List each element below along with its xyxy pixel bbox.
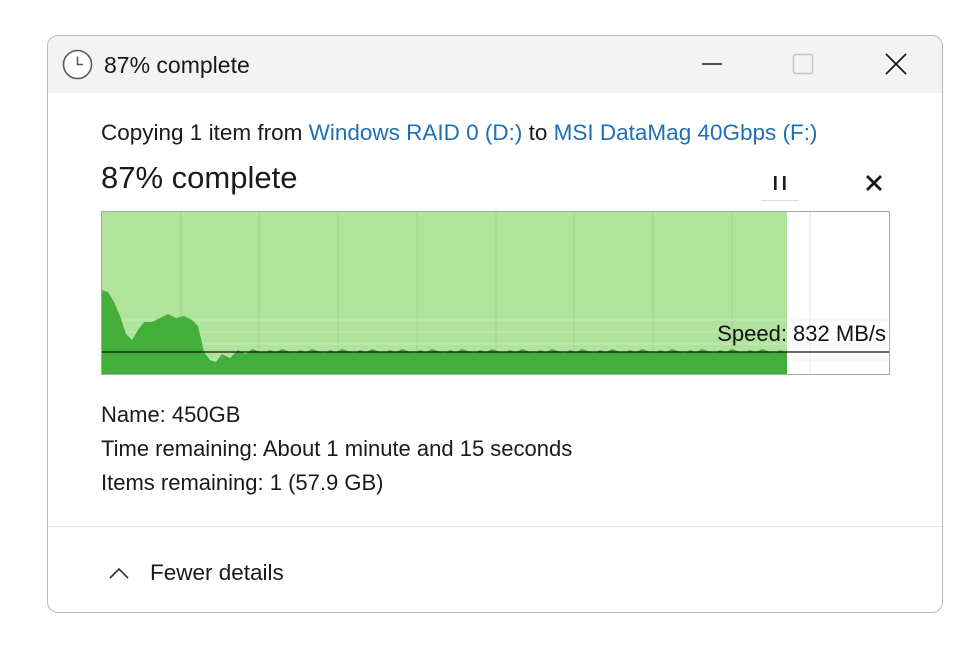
cancel-icon (866, 175, 882, 191)
minimize-button[interactable] (690, 44, 734, 84)
time-remaining-label: Time remaining: (101, 436, 258, 461)
speed-graph-canvas (102, 212, 889, 374)
close-icon (885, 53, 907, 75)
window-title: 87% complete (104, 52, 250, 78)
clock-icon (62, 49, 93, 80)
cancel-button[interactable] (856, 166, 892, 200)
time-remaining-value: About 1 minute and 15 seconds (262, 436, 573, 461)
name-value: 450GB (171, 402, 241, 427)
pause-icon (774, 176, 786, 190)
name-row: Name: 450GB (101, 402, 240, 428)
speed-label: Speed: 832 MB/s (717, 321, 886, 346)
progress-fill (102, 212, 787, 374)
title-bar[interactable]: 87% complete (48, 36, 942, 93)
copy-summary: Copying 1 item from Windows RAID 0 (D:) … (101, 120, 818, 146)
chevron-up-icon (109, 567, 129, 579)
destination-link[interactable]: MSI DataMag 40Gbps (F:) (554, 120, 818, 145)
close-button[interactable] (874, 44, 918, 84)
footer-divider (48, 526, 942, 527)
speed-graph: Speed: 832 MB/s (101, 211, 890, 375)
items-remaining-value: 1 (57.9 GB) (269, 470, 384, 495)
maximize-icon (792, 53, 814, 75)
copy-progress-dialog: 87% complete Copying 1 item from Windows… (47, 35, 943, 613)
fewer-details-label: Fewer details (150, 560, 284, 585)
progress-heading: 87% complete (101, 160, 298, 195)
time-remaining-row: Time remaining: About 1 minute and 15 se… (101, 436, 572, 462)
maximize-button[interactable] (781, 44, 825, 84)
pause-button[interactable] (761, 166, 799, 201)
minimize-icon (702, 63, 722, 65)
copy-prefix: Copying 1 item from (101, 120, 309, 145)
name-label: Name: (101, 402, 166, 427)
items-remaining-label: Items remaining: (101, 470, 264, 495)
source-link[interactable]: Windows RAID 0 (D:) (309, 120, 523, 145)
copy-middle: to (522, 120, 554, 145)
fewer-details-toggle[interactable]: Fewer details (108, 556, 284, 590)
items-remaining-row: Items remaining: 1 (57.9 GB) (101, 470, 383, 496)
